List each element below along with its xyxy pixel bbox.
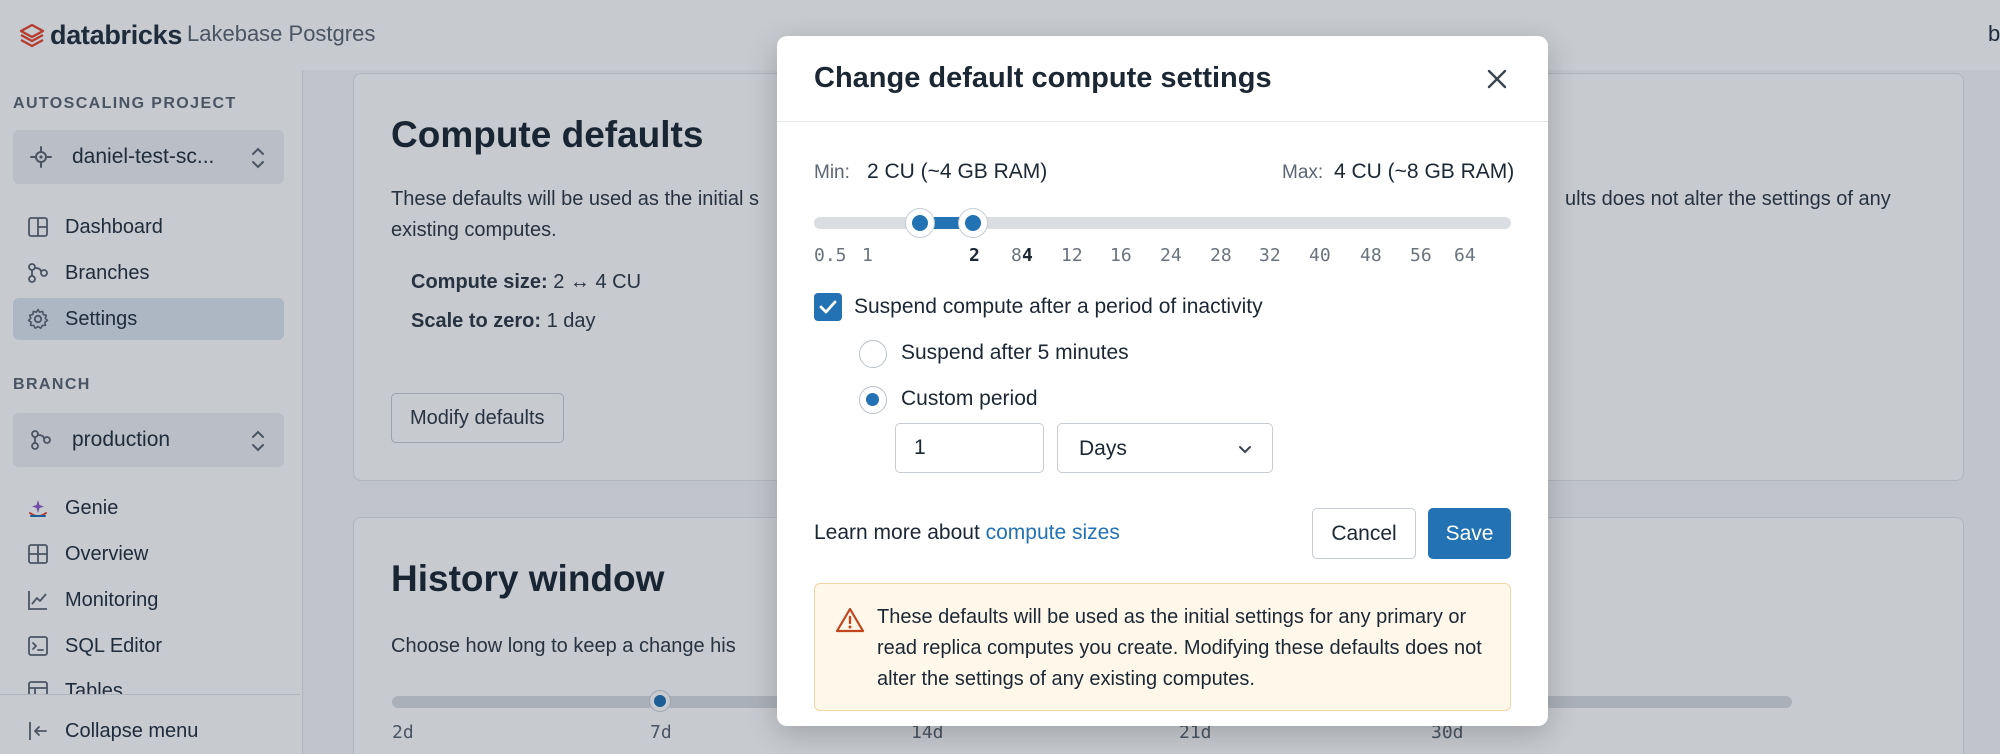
min-label: Min: — [814, 162, 850, 183]
slider-tick-label: 64 — [1454, 245, 1476, 266]
slider-tick-label: 40 — [1309, 245, 1331, 266]
learn-more-text: Learn more about compute sizes — [814, 521, 1120, 545]
slider-tick-label: 24 — [1160, 245, 1182, 266]
suspend-5min-radio[interactable] — [859, 340, 887, 368]
compute-sizes-link[interactable]: compute sizes — [986, 521, 1120, 544]
slider-tick-label: 16 — [1110, 245, 1132, 266]
save-button[interactable]: Save — [1428, 508, 1511, 559]
slider-tick-label: 8 — [1011, 245, 1022, 266]
max-value: 4 CU (~8 GB RAM) — [1334, 160, 1515, 183]
learn-more-prefix: Learn more about — [814, 521, 986, 544]
min-value: 2 CU (~4 GB RAM) — [867, 160, 1048, 183]
warning-text: These defaults will be used as the initi… — [877, 606, 1482, 690]
app-window: databricks Lakebase Postgres b AUTOSCALI… — [0, 0, 2000, 754]
period-unit-select[interactable]: Days — [1057, 423, 1273, 473]
min-slider-thumb[interactable] — [906, 209, 934, 237]
custom-period-radio[interactable] — [859, 386, 887, 414]
slider-tick-label: 0.5 — [814, 245, 847, 266]
dialog-divider — [777, 121, 1548, 122]
period-unit-value: Days — [1079, 437, 1127, 460]
warning-banner: These defaults will be used as the initi… — [814, 583, 1511, 711]
compute-settings-dialog: Change default compute settings Min: 2 C… — [777, 36, 1548, 726]
dialog-title: Change default compute settings — [814, 62, 1272, 94]
max-label: Max: — [1282, 162, 1324, 183]
suspend-checkbox[interactable] — [814, 293, 842, 321]
custom-period-label[interactable]: Custom period — [901, 387, 1038, 411]
suspend-5min-label[interactable]: Suspend after 5 minutes — [901, 341, 1129, 365]
warning-icon — [835, 607, 865, 633]
custom-period-input[interactable] — [895, 423, 1044, 473]
close-icon[interactable] — [1484, 66, 1510, 92]
slider-tick-label: 2 — [969, 245, 980, 266]
slider-tick-label: 32 — [1259, 245, 1281, 266]
cancel-button[interactable]: Cancel — [1312, 508, 1416, 559]
slider-tick-label: 4 — [1022, 245, 1033, 266]
max-slider-thumb[interactable] — [959, 209, 987, 237]
chevron-down-icon — [1239, 446, 1251, 453]
slider-tick-label: 1 — [862, 245, 873, 266]
slider-tick-label: 56 — [1410, 245, 1432, 266]
slider-tick-label: 28 — [1210, 245, 1232, 266]
radio-selected-dot — [866, 393, 879, 406]
suspend-checkbox-label[interactable]: Suspend compute after a period of inacti… — [854, 295, 1263, 319]
slider-tick-label: 12 — [1061, 245, 1083, 266]
slider-tick-label: 48 — [1360, 245, 1382, 266]
